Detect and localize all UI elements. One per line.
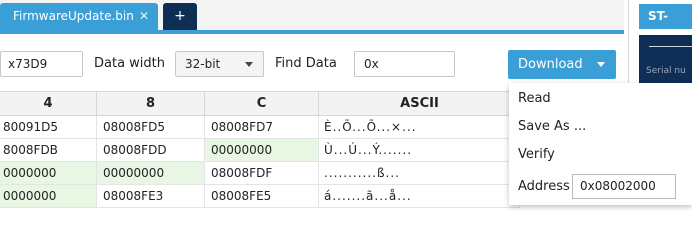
tab-firmware-update[interactable]: FirmwareUpdate.bin ✕	[0, 3, 158, 30]
memory-cell[interactable]: 08008FDD	[97, 139, 205, 161]
memory-cell[interactable]: 80091D5	[0, 116, 97, 138]
menu-item-read[interactable]: Read	[518, 91, 551, 106]
ascii-cell[interactable]: Ù...Ú...Ý.......	[319, 139, 520, 161]
stlink-field-underline	[649, 46, 692, 47]
download-label: Download	[518, 57, 583, 72]
download-menu: Read Save As ... Verify Address 0x080020…	[509, 83, 692, 205]
menu-item-save-as[interactable]: Save As ...	[518, 119, 586, 134]
close-icon[interactable]: ✕	[139, 3, 149, 30]
address-label: Address	[518, 179, 570, 194]
serial-number-label: Serial nu	[646, 66, 686, 76]
add-tab-button[interactable]: +	[163, 3, 197, 30]
ascii-cell[interactable]: ...........ß...	[319, 162, 520, 184]
memory-cell[interactable]: 08008FE3	[97, 185, 205, 207]
column-header-c[interactable]: C	[205, 92, 319, 117]
memory-cell[interactable]: 8008FDB	[0, 139, 97, 161]
memory-cell[interactable]: 08008FD7	[205, 116, 319, 138]
memory-cell[interactable]: 08008FE5	[205, 185, 319, 207]
plus-icon: +	[174, 8, 186, 24]
data-width-value: 32-bit	[185, 57, 221, 71]
ascii-cell[interactable]: È..Õ...Õ...×...	[319, 116, 520, 138]
stlink-header[interactable]: ST-LINK	[639, 4, 692, 48]
memory-cell[interactable]: 00000000	[97, 162, 205, 184]
address-field[interactable]: 0x08002000	[572, 174, 676, 199]
column-header-8[interactable]: 8	[97, 92, 205, 117]
find-data-label: Find Data	[275, 56, 337, 71]
memory-cell[interactable]: 08008FDF	[205, 162, 319, 184]
chevron-down-icon	[245, 62, 253, 67]
column-header-ascii[interactable]: ASCII	[319, 92, 520, 117]
find-data-input[interactable]: 0x	[354, 51, 455, 77]
memory-grid-header: 4 8 C ASCII	[0, 91, 520, 117]
column-header-4[interactable]: 4	[0, 92, 97, 117]
tab-underline	[0, 30, 624, 34]
download-button[interactable]: Download	[508, 50, 616, 79]
table-row[interactable]: 8008FDB 08008FDD 00000000 Ù...Ú...Ý.....…	[0, 139, 520, 162]
memory-cell[interactable]: 08008FD5	[97, 116, 205, 138]
tab-label: FirmwareUpdate.bin	[13, 9, 134, 23]
memory-cell[interactable]: 0000000	[0, 185, 97, 207]
table-row[interactable]: 0000000 00000000 08008FDF ...........ß..…	[0, 162, 520, 185]
table-row[interactable]: 0000000 08008FE3 08008FE5 á.......ã...å.…	[0, 185, 520, 208]
memory-cell[interactable]: 0000000	[0, 162, 97, 184]
table-row[interactable]: 80091D5 08008FD5 08008FD7 È..Õ...Õ...×..…	[0, 116, 520, 139]
memory-cell[interactable]: 00000000	[205, 139, 319, 161]
address-input[interactable]: x73D9	[0, 51, 83, 77]
data-width-label: Data width	[94, 56, 166, 71]
data-width-select[interactable]: 32-bit	[175, 51, 264, 77]
menu-item-verify[interactable]: Verify	[518, 147, 555, 162]
chevron-down-icon[interactable]	[597, 62, 605, 67]
ascii-cell[interactable]: á.......ã...å...	[319, 185, 520, 207]
